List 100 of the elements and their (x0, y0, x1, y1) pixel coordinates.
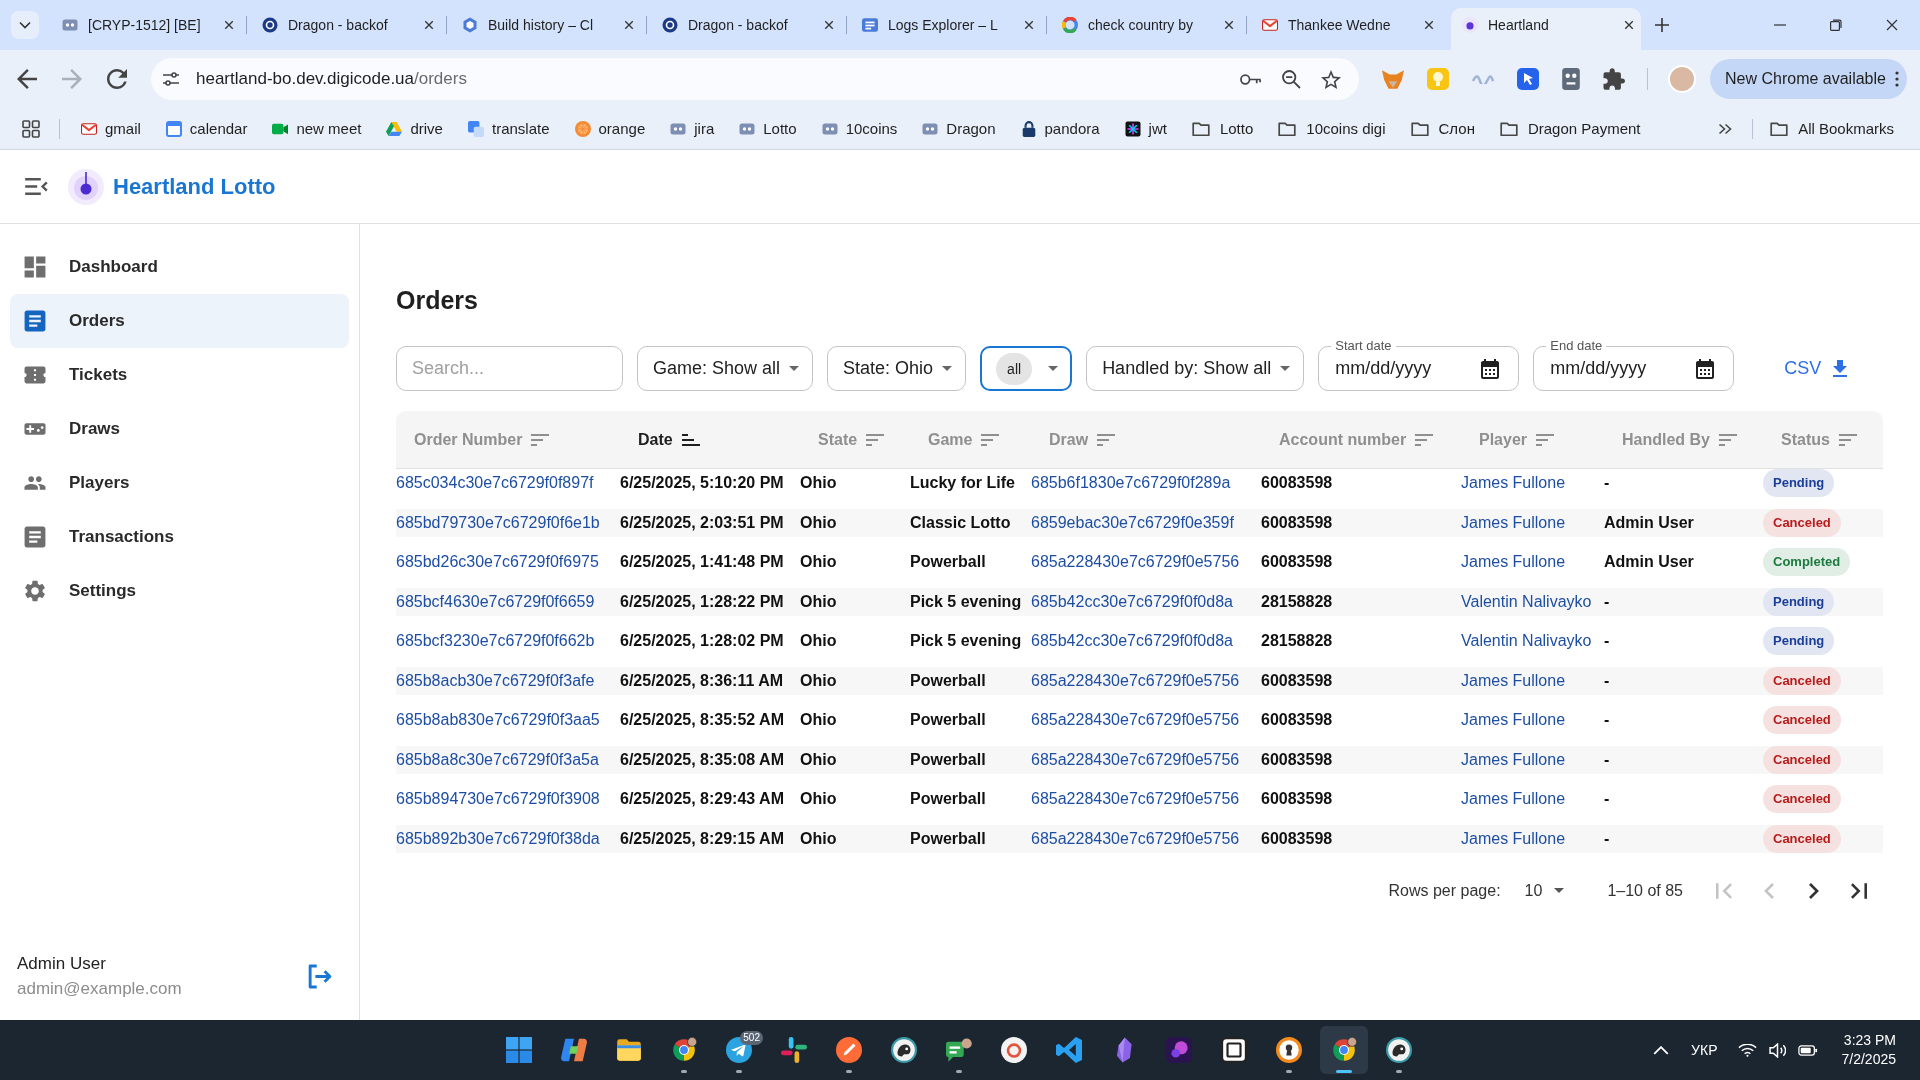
back-icon[interactable] (17, 69, 37, 89)
sidebar-item[interactable]: Players (10, 456, 349, 510)
sidebar-item[interactable]: Transactions (10, 510, 349, 564)
player-link[interactable]: James Fullone (1461, 829, 1566, 848)
browser-tab[interactable]: Dragon - backof (651, 8, 841, 50)
bookmark[interactable]: drive (379, 112, 450, 145)
wifi-icon[interactable] (1737, 1043, 1757, 1057)
browser-tab[interactable]: Build history – Cl (451, 8, 641, 50)
taskbar-button[interactable]: 502 (715, 1026, 763, 1074)
bookmark-folder[interactable]: All Bookmarks (1763, 112, 1901, 145)
sidebar-item[interactable]: Dashboard (10, 240, 349, 294)
order-number-link[interactable]: 685bd79730e7c6729f0f6e1b (396, 513, 600, 532)
order-number-link[interactable]: 685bd26c30e7c6729f0f6975 (396, 553, 599, 571)
puzzle-icon[interactable] (1603, 68, 1625, 90)
sidebar-item[interactable]: Settings (10, 564, 349, 618)
draw-link[interactable]: 685a228430e7c6729f0e5756 (1031, 711, 1240, 729)
browser-tab[interactable]: Heartland (1451, 8, 1641, 50)
browser-tab[interactable]: check country by (1051, 8, 1241, 50)
order-number-link[interactable]: 685bcf4630e7c6729f0f6659 (396, 592, 595, 611)
order-number-link[interactable]: 685b894730e7c6729f0f3908 (396, 790, 600, 808)
rows-per-page-select[interactable]: 10 (1524, 881, 1565, 900)
tab-list-button[interactable] (11, 11, 39, 39)
bookmark[interactable]: translate (460, 112, 557, 145)
player-link[interactable]: Valentin Nalivayko (1461, 592, 1592, 611)
browser-tab[interactable]: Thankee Wedne (1251, 8, 1441, 50)
csv-export-button[interactable]: CSV (1778, 346, 1854, 391)
date-input[interactable]: mm/dd/yyyy (1550, 354, 1689, 383)
order-number-link[interactable]: 685b892b30e7c6729f0f38da (396, 829, 600, 848)
bookmark[interactable]: gmail (74, 112, 148, 145)
bookmark[interactable]: calendar (158, 112, 255, 145)
close-icon[interactable] (224, 20, 234, 30)
player-link[interactable]: Valentin Nalivayko (1461, 632, 1592, 650)
robot-icon[interactable] (1562, 68, 1580, 90)
bookmark-folder[interactable]: Lotto (1184, 112, 1261, 145)
bookmark-folder[interactable]: 10coins digi (1271, 112, 1393, 145)
chevron-right-icon[interactable] (1809, 882, 1819, 899)
draw-link[interactable]: 685b42cc30e7c6729f0f0d8a (1031, 592, 1233, 611)
bookmark[interactable]: jwt (1117, 112, 1174, 145)
bookmark[interactable]: Lotto (732, 112, 804, 145)
order-number-link[interactable]: 685b8acb30e7c6729f0f3afe (396, 671, 595, 690)
date-field[interactable]: End date mm/dd/yyyy (1533, 338, 1735, 391)
player-link[interactable]: James Fullone (1461, 553, 1566, 571)
close-icon[interactable] (624, 20, 634, 30)
close-icon[interactable] (1886, 19, 1898, 31)
close-icon[interactable] (424, 20, 434, 30)
close-icon[interactable] (1224, 20, 1234, 30)
filter-select[interactable]: Handled by: Show all (1086, 346, 1305, 391)
sidebar-item[interactable]: Tickets (10, 348, 349, 402)
close-icon[interactable] (1624, 20, 1634, 30)
bookmark[interactable]: pandora (1013, 112, 1107, 145)
bookmark[interactable]: orange (567, 112, 653, 145)
order-number-link[interactable]: 685b8a8c30e7c6729f0f3a5a (396, 750, 599, 769)
bookmark-folder[interactable]: Слон (1403, 112, 1482, 145)
update-button[interactable]: New Chrome available (1710, 59, 1907, 99)
draw-link[interactable]: 685b6f1830e7c6729f0f289a (1031, 474, 1231, 492)
search-field[interactable]: Search... (396, 346, 623, 391)
menu-icon[interactable] (24, 178, 48, 195)
date-field[interactable]: Start date mm/dd/yyyy (1318, 338, 1520, 391)
filter-select[interactable]: State: Ohio (827, 346, 967, 391)
player-link[interactable]: James Fullone (1461, 474, 1566, 492)
zoom-out-icon[interactable] (1282, 69, 1301, 89)
order-number-link[interactable]: 685c034c30e7c6729f0f897f (396, 474, 594, 492)
filter-select[interactable]: all (980, 346, 1073, 391)
player-link[interactable]: James Fullone (1461, 790, 1566, 808)
apps-grid-icon[interactable] (22, 119, 40, 138)
speaker-icon[interactable] (1768, 1042, 1786, 1058)
player-link[interactable]: James Fullone (1461, 711, 1566, 729)
order-number-link[interactable]: 685bcf3230e7c6729f0f662b (396, 632, 595, 650)
player-link[interactable]: James Fullone (1461, 671, 1566, 690)
address-bar[interactable]: heartland-bo.dev.digicode.ua/orders (151, 58, 1359, 100)
column-header[interactable]: Date (638, 430, 700, 449)
player-link[interactable]: James Fullone (1461, 750, 1566, 769)
filter-select[interactable]: Game: Show all (637, 346, 814, 391)
reload-icon[interactable] (107, 69, 127, 89)
bookmark[interactable]: new meet (265, 112, 369, 145)
draw-link[interactable]: 6859ebac30e7c6729f0e359f (1031, 513, 1234, 532)
browser-tab[interactable]: Logs Explorer – L (851, 8, 1041, 50)
bulb-tile-icon[interactable] (1427, 68, 1449, 90)
sliders-icon[interactable] (162, 72, 180, 86)
bookmark[interactable]: Dragon (915, 112, 1003, 145)
date-input[interactable]: mm/dd/yyyy (1335, 354, 1474, 383)
bookmark-folder[interactable]: Dragon Payment (1492, 112, 1648, 145)
draw-link[interactable]: 685a228430e7c6729f0e5756 (1031, 553, 1240, 571)
cursor-tile-icon[interactable] (1517, 68, 1539, 90)
order-number-link[interactable]: 685b8ab830e7c6729f0f3aa5 (396, 711, 600, 729)
clock[interactable]: 3:23 PM 7/2/2025 (1841, 1031, 1896, 1069)
logout-icon[interactable] (308, 964, 332, 989)
battery-icon[interactable] (1797, 1044, 1818, 1056)
close-icon[interactable] (824, 20, 834, 30)
double-chevron-icon[interactable] (1718, 122, 1733, 135)
taskbar-button[interactable] (1320, 1026, 1368, 1074)
caret-up-icon[interactable] (1653, 1045, 1670, 1055)
bookmark[interactable]: 10coins (814, 112, 905, 145)
draw-link[interactable]: 685a228430e7c6729f0e5756 (1031, 790, 1240, 808)
star-icon[interactable] (1321, 69, 1341, 89)
draw-link[interactable]: 685a228430e7c6729f0e5756 (1031, 829, 1240, 848)
plus-icon[interactable] (1655, 18, 1669, 32)
draw-link[interactable]: 685a228430e7c6729f0e5756 (1031, 750, 1240, 769)
close-icon[interactable] (1024, 20, 1034, 30)
browser-tab[interactable]: Dragon - backof (251, 8, 441, 50)
